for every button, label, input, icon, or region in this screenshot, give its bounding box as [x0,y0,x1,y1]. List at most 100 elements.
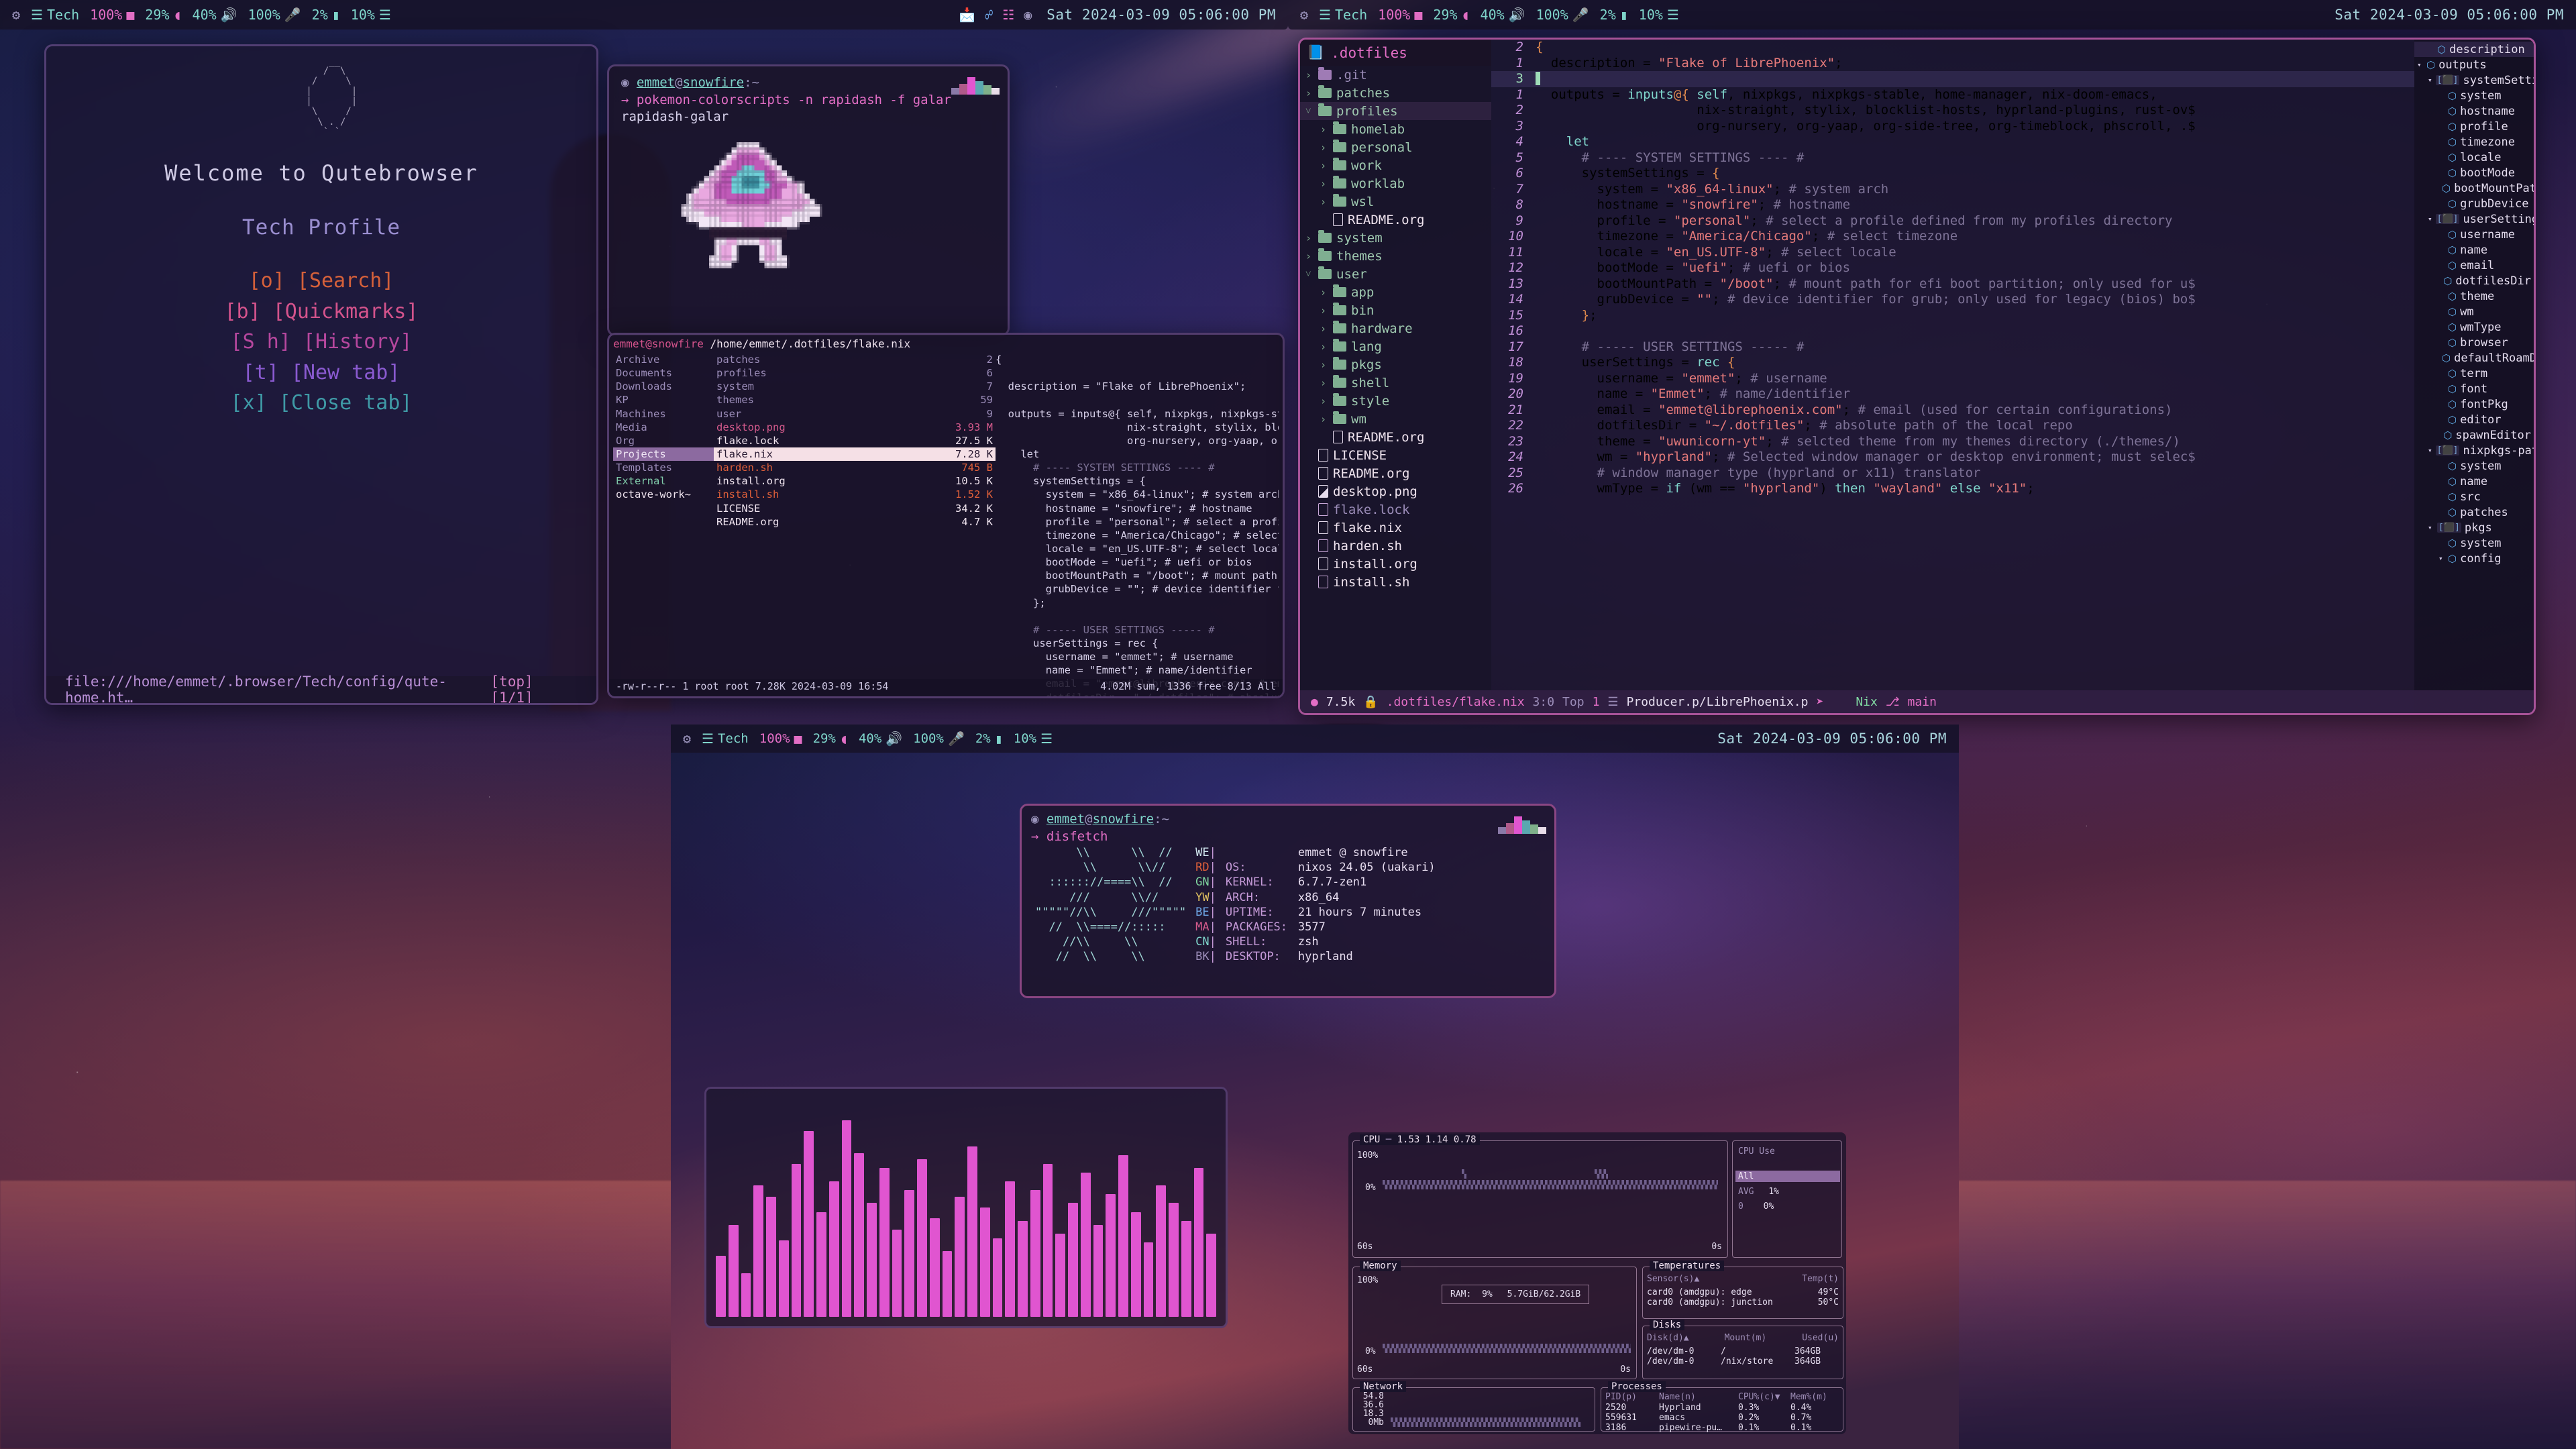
record-icon[interactable]: ◉ [1024,7,1032,23]
side-tree-node[interactable]: ⬡ fontPkg [2414,396,2534,412]
side-tree-node[interactable]: ⬡ email [2414,258,2534,273]
m2-gear-button[interactable]: ⚙ [678,732,696,745]
ranger-file-row[interactable]: LICENSE 34.2 K [714,502,996,515]
treemacs-node[interactable]: › shell [1300,374,1491,392]
treemacs-project-title[interactable]: 📘 .dotfiles [1300,40,1491,66]
ranger-file-row[interactable]: user 9 [714,407,996,421]
ranger-file-row[interactable]: install.org 10.5 K [714,474,996,488]
side-tree-node[interactable]: ⬡ bootMode [2414,165,2534,180]
bar-brightness[interactable]: 29% ◖ [140,7,186,23]
side-tree-node[interactable]: ⬡ dotfilesDir [2414,273,2534,288]
ranger-parent-item[interactable]: Projects [613,447,714,462]
process-row[interactable]: 3186 pipewire-pu… 0.1% 0.1% [1605,1423,1839,1433]
disk-col-used[interactable]: Used(u) [1802,1333,1839,1343]
side-tree-node[interactable]: ⬡ locale [2414,150,2534,165]
cpu-use-selected[interactable]: All [1735,1171,1840,1182]
side-tree-node[interactable]: ⬡ system [2414,458,2534,474]
treemacs-node[interactable]: › app [1300,283,1491,301]
treemacs-node[interactable]: › hardware [1300,319,1491,337]
side-tree-node[interactable]: ⬡ name [2414,242,2534,258]
ranger-parent-item[interactable]: Downloads [613,380,714,393]
process-row[interactable]: 559631 emacs 0.2% 0.7% [1605,1413,1839,1423]
bluetooth-icon[interactable]: ☍ [985,7,993,23]
side-tree-node[interactable]: ⬡ patches [2414,504,2534,520]
side-tree-node[interactable]: ⬡ font [2414,381,2534,396]
m2-mic[interactable]: 100% 🎤 [908,731,970,746]
chevron-right-icon[interactable]: › [1320,286,1328,299]
side-tree-node[interactable]: ⬡ editor [2414,412,2534,427]
chevron-down-icon[interactable]: ▾ [2417,60,2423,69]
m2-cpu[interactable]: 2% ▮ [970,731,1008,746]
ranger-file-row[interactable]: flake.nix 7.28 K [714,447,996,462]
side-tree-node[interactable]: ▾[⬛]nixpkgs-patched [2414,443,2534,458]
quicklink-1[interactable]: [b] [Quickmarks] [225,299,419,325]
emacs-side-tree[interactable]: ⬡description▾⬡outputs▾[⬛]systemSettings⬡… [2414,40,2534,713]
system-tray[interactable]: 📩 ☍ ☷ ◉ [949,7,1041,23]
bar-battery[interactable]: 100% ■ [85,7,140,23]
temp-col-sensor[interactable]: Sensor(s)▲ [1647,1274,1699,1284]
chevron-right-icon[interactable]: › [1320,123,1328,136]
bar2-gear-button[interactable]: ⚙ [1295,8,1313,21]
treemacs-node[interactable]: ˅ user [1300,265,1491,283]
m2-workspace[interactable]: ☰ Tech [696,731,754,746]
side-tree-node[interactable]: ⬡ description [2414,42,2534,57]
emacs-window[interactable]: 📘 .dotfiles › .git › patches ˅ profiles › homel… [1298,38,2536,715]
ranger-file-row[interactable]: flake.lock 27.5 K [714,434,996,447]
chevron-right-icon[interactable]: › [1320,178,1328,190]
chevron-down-icon[interactable]: ▾ [2428,446,2432,455]
side-tree-node[interactable]: ⬡ name [2414,474,2534,489]
terminal-disfetch-window[interactable]: ◉ emmet@snowfire:~ → disfetch \\ \\ // \… [1020,804,1556,998]
process-row[interactable]: 2520 Hyprland 0.3% 0.4% [1605,1403,1839,1413]
chevron-right-icon[interactable]: › [1320,395,1328,407]
ranger-parent-column[interactable]: Archive Documents Downloads KP Machines Media… [613,353,714,696]
chevron-right-icon[interactable]: › [1320,305,1328,317]
ranger-file-row[interactable]: system 7 [714,380,996,393]
side-tree-node[interactable]: ⬡ username [2414,227,2534,242]
bar-mic[interactable]: 100% 🎤 [243,7,307,23]
ranger-file-manager-window[interactable]: emmet@snowfire /home/emmet/.dotfiles/fla… [607,333,1285,698]
chevron-down-icon[interactable]: ˅ [1305,268,1313,280]
chevron-right-icon[interactable]: › [1305,87,1313,99]
treemacs-node[interactable]: harden.sh [1300,537,1491,555]
emacs-treemacs-sidebar[interactable]: 📘 .dotfiles › .git › patches ˅ profiles › homel… [1300,40,1491,713]
treemacs-node[interactable]: › style [1300,392,1491,410]
chevron-right-icon[interactable]: › [1320,196,1328,208]
temp-col-temp[interactable]: Temp(t) [1802,1274,1839,1284]
chevron-right-icon[interactable]: › [1320,341,1328,353]
side-tree-node[interactable]: ⬡ browser [2414,335,2534,350]
ranger-parent-item[interactable]: Org [613,434,714,447]
btop-cpu-use-box[interactable]: CPU Use All AVG 1% 0 0% [1732,1140,1842,1258]
quicklink-2[interactable]: [S h] [History] [231,329,413,356]
side-tree-node[interactable]: ⬡ wmType [2414,319,2534,335]
side-tree-node[interactable]: ▾ ⬡ config [2414,551,2534,566]
treemacs-node[interactable]: › bin [1300,301,1491,319]
notification-icon[interactable]: 📩 [959,7,975,23]
btop-monitor-window[interactable]: CPU ─ 1.53 1.14 0.78 100% 0% ▚▚▚▚▚▚▚▚▚▚▚… [1348,1132,1846,1434]
treemacs-node[interactable]: README.org [1300,428,1491,446]
chevron-down-icon[interactable]: ▾ [2428,215,2432,223]
ranger-file-row[interactable]: profiles 6 [714,366,996,380]
m2-volume[interactable]: 40% 🔊 [853,731,908,746]
side-tree-node[interactable]: ⬡ term [2414,366,2534,381]
bar2-volume[interactable]: 40% 🔊 [1475,7,1531,23]
treemacs-node[interactable]: › .git [1300,66,1491,84]
quicklink-3[interactable]: [t] [New tab] [243,360,400,386]
chevron-right-icon[interactable]: › [1305,250,1313,262]
treemacs-node[interactable]: › patches [1300,84,1491,102]
proc-col-name[interactable]: Name(n) [1659,1392,1738,1402]
treemacs-node[interactable]: › worklab [1300,174,1491,193]
ranger-parent-item[interactable]: Archive [613,353,714,366]
treemacs-node[interactable]: › lang [1300,337,1491,356]
bar2-battery[interactable]: 100% ■ [1373,7,1428,23]
chevron-down-icon[interactable]: ▾ [2428,523,2434,532]
ranger-parent-item[interactable]: octave-work~ [613,488,714,501]
bar2-mic[interactable]: 100% 🎤 [1531,7,1595,23]
side-tree-node[interactable]: ⬡ timezone [2414,134,2534,150]
quicklink-4[interactable]: [x] [Close tab] [231,390,413,417]
treemacs-node[interactable]: › wsl [1300,193,1491,211]
treemacs-node[interactable]: ˅ profiles [1300,102,1491,120]
treemacs-node[interactable]: › themes [1300,247,1491,265]
ranger-file-row[interactable]: themes 59 [714,393,996,407]
side-tree-node[interactable]: ⬡defaultRoamDir [2414,350,2534,366]
bar-gear-button[interactable]: ⚙ [7,8,25,21]
